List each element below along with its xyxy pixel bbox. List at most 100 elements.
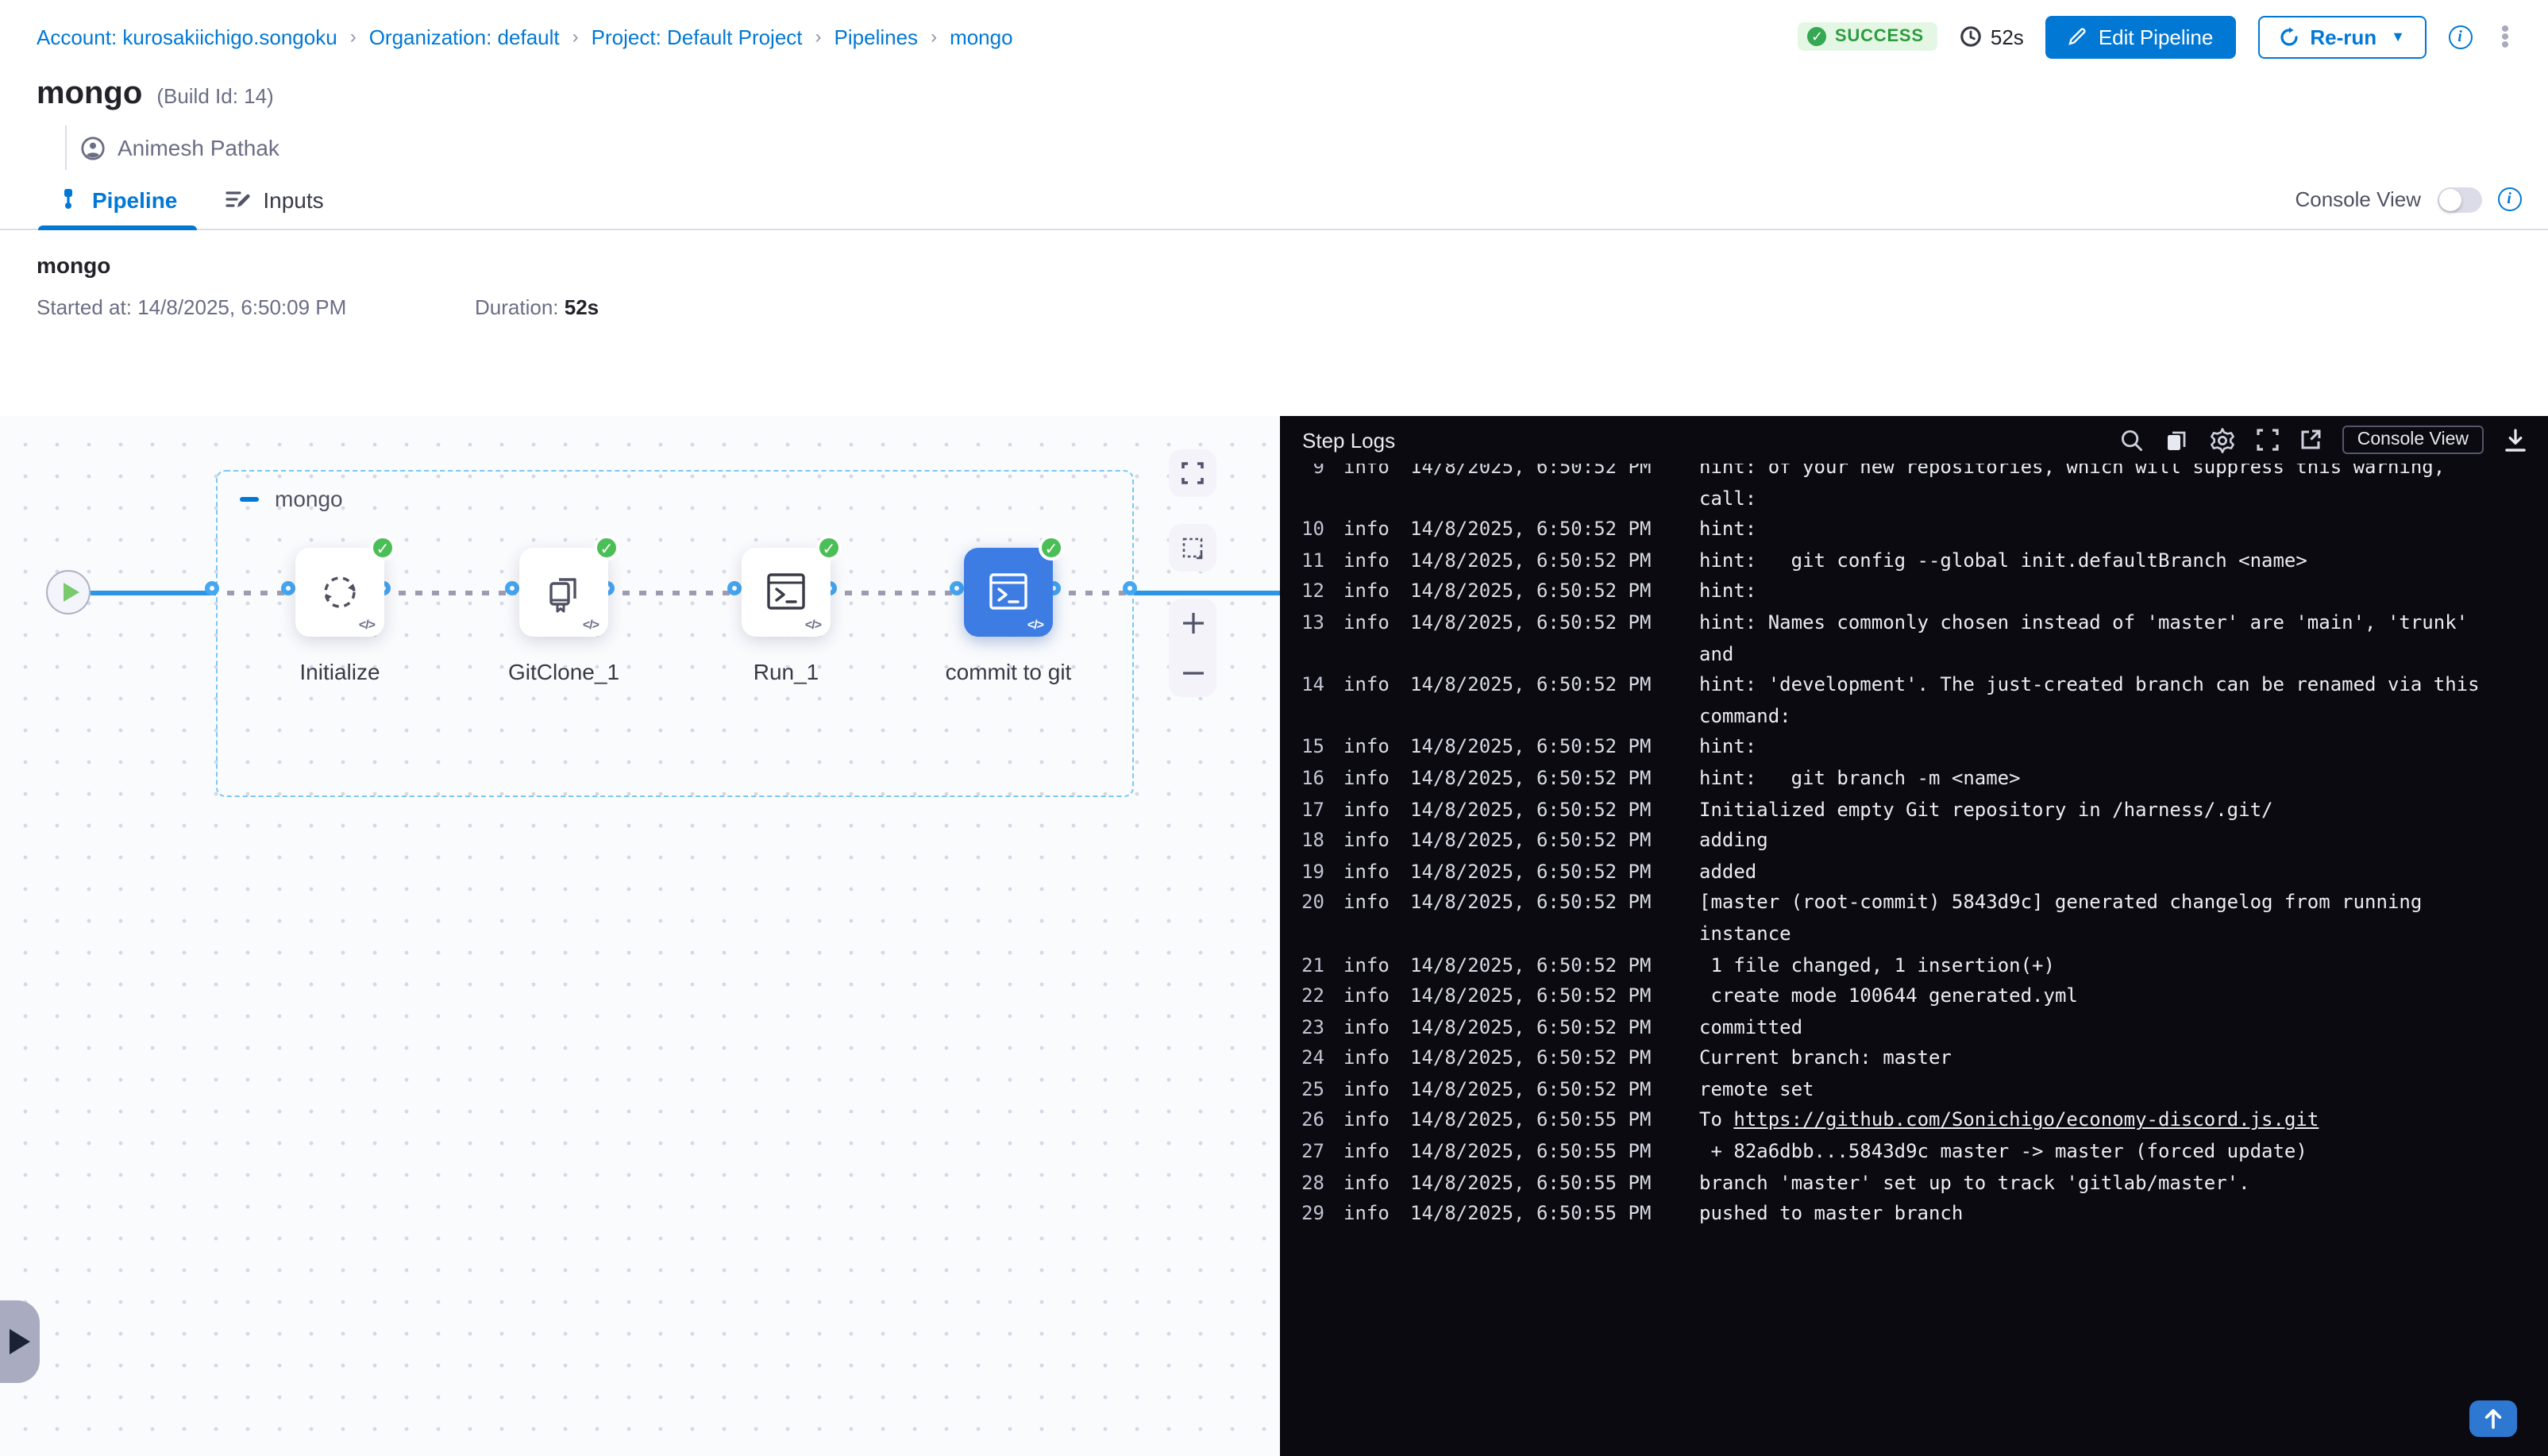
breadcrumb-link[interactable]: Pipelines bbox=[835, 25, 919, 48]
status-badge: ✓ SUCCESS bbox=[1798, 22, 1938, 51]
port bbox=[204, 580, 218, 595]
canvas-fullscreen-button[interactable] bbox=[1169, 449, 1216, 497]
code-icon: </> bbox=[1027, 618, 1043, 632]
breadcrumb-separator: › bbox=[572, 25, 579, 48]
log-copy-button[interactable] bbox=[2165, 427, 2189, 453]
info-icon[interactable]: i bbox=[2448, 25, 2472, 48]
rerun-icon bbox=[2278, 26, 2299, 47]
log-repo-link[interactable]: https://github.com/Sonichigo/economy-dis… bbox=[1733, 1109, 2319, 1131]
duration-top: 52s bbox=[1960, 25, 2024, 48]
play-icon bbox=[63, 583, 79, 602]
clone-icon bbox=[540, 568, 588, 616]
app-window: Account: kurosakiichigo.songoku › Organiza… bbox=[0, 0, 2548, 1456]
success-check-icon: ✓ bbox=[816, 535, 842, 560]
log-download-button[interactable] bbox=[2504, 428, 2526, 452]
author-row: Animesh Pathak bbox=[65, 125, 2548, 170]
tab-bar: Pipeline Inputs Console View i bbox=[0, 170, 2548, 230]
rerun-button[interactable]: Re-run ▼ bbox=[2257, 15, 2426, 58]
edge-dotted bbox=[399, 590, 516, 595]
execution-name: mongo bbox=[37, 252, 2548, 278]
zoom-controls bbox=[1169, 599, 1216, 697]
log-row: 17info14/8/2025, 6:50:52 PMInitialized e… bbox=[1289, 795, 2548, 826]
log-fullscreen-button[interactable] bbox=[2257, 429, 2280, 451]
marquee-select-icon bbox=[1181, 536, 1205, 560]
log-row: 28info14/8/2025, 6:50:55 PMbranch 'maste… bbox=[1289, 1168, 2548, 1199]
log-row: 10info14/8/2025, 6:50:52 PMhint: bbox=[1289, 514, 2548, 545]
log-row: 9info14/8/2025, 6:50:52 PMhint: of your … bbox=[1289, 464, 2548, 483]
log-open-new-tab-button[interactable] bbox=[2300, 429, 2322, 451]
top-bar: Account: kurosakiichigo.songoku › Organiza… bbox=[0, 0, 2548, 73]
log-row: 21info14/8/2025, 6:50:52 PM 1 file chang… bbox=[1289, 950, 2548, 981]
stage-name: mongo bbox=[275, 486, 343, 511]
play-icon bbox=[9, 1329, 29, 1354]
log-settings-button[interactable] bbox=[2210, 426, 2237, 453]
breadcrumb-link[interactable]: Project: Default Project bbox=[592, 25, 803, 48]
port bbox=[504, 580, 518, 595]
zoom-out-button[interactable] bbox=[1169, 649, 1216, 696]
title-block: mongo (Build Id: 14) Animesh Pathak bbox=[0, 73, 2548, 170]
breadcrumb-link[interactable]: Organization: default bbox=[369, 25, 560, 48]
console-view-info-icon[interactable]: i bbox=[2497, 187, 2521, 211]
log-row: 29info14/8/2025, 6:50:55 PMpushed to mas… bbox=[1289, 1200, 2548, 1231]
log-row: 15info14/8/2025, 6:50:52 PMhint: bbox=[1289, 733, 2548, 764]
kebab-menu-icon[interactable]: ••• bbox=[2494, 25, 2516, 48]
breadcrumb: Account: kurosakiichigo.songoku › Organiza… bbox=[37, 25, 1013, 48]
inputs-icon bbox=[225, 188, 250, 210]
code-icon: </> bbox=[805, 618, 821, 632]
expand-panel-handle[interactable] bbox=[0, 1300, 40, 1383]
log-row: command: bbox=[1289, 702, 2548, 733]
execution-info: mongo Started at: 14/8/2025, 6:50:09 PM … bbox=[0, 230, 2548, 321]
edge-start bbox=[91, 590, 216, 595]
log-row: 25info14/8/2025, 6:50:52 PMremote set bbox=[1289, 1075, 2548, 1106]
search-icon bbox=[2121, 428, 2145, 452]
success-check-icon: ✓ bbox=[594, 535, 619, 560]
arrow-up-icon bbox=[2483, 1408, 2502, 1429]
tab-pipeline-label: Pipeline bbox=[92, 187, 177, 212]
canvas-marquee-button[interactable] bbox=[1169, 524, 1216, 572]
collapse-stage-icon[interactable] bbox=[240, 496, 259, 501]
breadcrumb-separator: › bbox=[815, 25, 822, 48]
scroll-to-top-button[interactable] bbox=[2469, 1400, 2516, 1437]
step-label: commit to git bbox=[897, 659, 1120, 684]
log-row: 13info14/8/2025, 6:50:52 PMhint: Names c… bbox=[1289, 608, 2548, 639]
started-at: Started at: 14/8/2025, 6:50:09 PM bbox=[37, 295, 475, 319]
step-logs-title: Step Logs bbox=[1302, 428, 1395, 452]
user-icon bbox=[81, 136, 105, 160]
port bbox=[727, 580, 741, 595]
log-console-view-button[interactable]: Console View bbox=[2343, 426, 2483, 454]
step-node-initialize[interactable]: ✓ </> bbox=[295, 548, 384, 637]
code-icon: </> bbox=[583, 618, 599, 632]
check-icon: ✓ bbox=[1808, 27, 1827, 46]
step-node-gitclone[interactable]: ✓ </> bbox=[519, 548, 608, 637]
tab-pipeline[interactable]: Pipeline bbox=[57, 170, 177, 229]
step-label: Initialize bbox=[229, 659, 451, 684]
console-view-toggle[interactable] bbox=[2437, 187, 2481, 212]
edit-pipeline-button[interactable]: Edit Pipeline bbox=[2046, 15, 2236, 58]
gear-icon bbox=[2210, 426, 2237, 453]
breadcrumb-separator: › bbox=[931, 25, 937, 48]
log-row: 16info14/8/2025, 6:50:52 PMhint: git bra… bbox=[1289, 764, 2548, 795]
breadcrumb-link[interactable]: Account: kurosakiichigo.songoku bbox=[37, 25, 337, 48]
zoom-in-button[interactable] bbox=[1169, 599, 1216, 647]
edge-end bbox=[1134, 590, 1280, 595]
breadcrumb-link[interactable]: mongo bbox=[950, 25, 1013, 48]
edit-pipeline-label: Edit Pipeline bbox=[2099, 25, 2214, 48]
zoom-out-icon bbox=[1181, 669, 1205, 676]
zoom-in-icon bbox=[1181, 611, 1205, 635]
step-node-run[interactable]: ✓ </> bbox=[742, 548, 831, 637]
tab-inputs[interactable]: Inputs bbox=[225, 170, 323, 229]
breadcrumb-separator: › bbox=[350, 25, 357, 48]
terminal-icon bbox=[762, 570, 810, 614]
step-node-commit-to-git[interactable]: ✓ </> bbox=[964, 548, 1053, 637]
step-label: GitClone_1 bbox=[453, 659, 675, 684]
log-row: instance bbox=[1289, 919, 2548, 950]
step-label: Run_1 bbox=[675, 659, 897, 684]
pipeline-canvas[interactable]: mongo bbox=[0, 416, 1280, 1456]
log-search-button[interactable] bbox=[2121, 428, 2145, 452]
tab-inputs-label: Inputs bbox=[263, 187, 323, 212]
external-link-icon bbox=[2300, 429, 2322, 451]
log-row: 18info14/8/2025, 6:50:52 PMadding bbox=[1289, 826, 2548, 857]
fullscreen-icon bbox=[1181, 462, 1204, 484]
sync-icon bbox=[316, 568, 364, 616]
pipeline-start-node[interactable] bbox=[46, 570, 91, 614]
